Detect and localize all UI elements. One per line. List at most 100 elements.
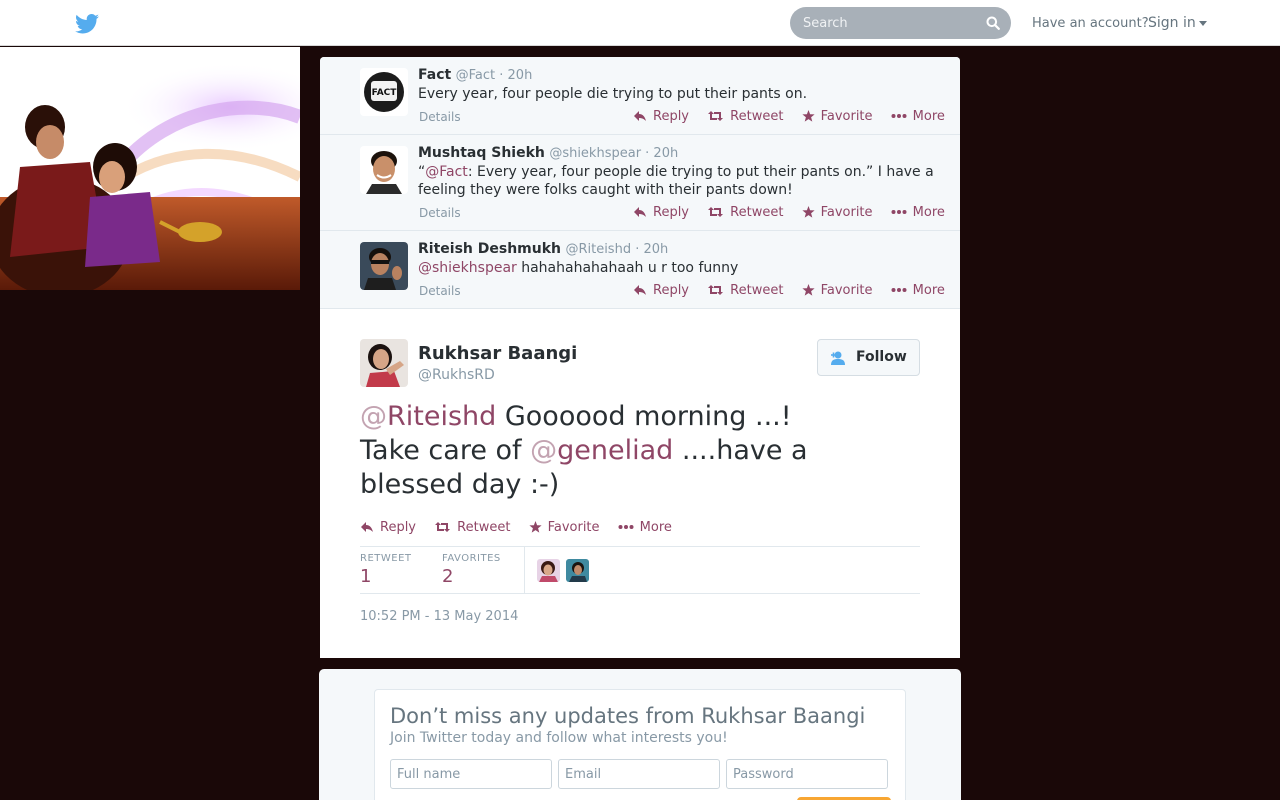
email-field[interactable]: [558, 759, 720, 789]
ancestor-tweet-fact[interactable]: FACT Fact @Fact · 20h Every year, four p…: [320, 57, 960, 135]
signup-callout: Don’t miss any updates from Rukhsar Baan…: [319, 669, 961, 800]
favoriter-avatar[interactable]: [537, 559, 560, 582]
favorite-button[interactable]: Favorite: [528, 520, 600, 535]
sign-in-dropdown[interactable]: Sign in: [1148, 15, 1207, 31]
tweet-permalink-container: FACT Fact @Fact · 20h Every year, four p…: [320, 57, 960, 658]
more-dots-icon: [891, 210, 907, 214]
retweet-button[interactable]: Retweet: [707, 205, 783, 220]
favoriter-avatar[interactable]: [566, 559, 589, 582]
retweet-stat[interactable]: RETWEET 1: [360, 553, 412, 587]
avatar[interactable]: [360, 242, 408, 290]
reply-label: Reply: [653, 283, 690, 298]
mention-riteishd[interactable]: @Riteishd: [360, 401, 496, 432]
tweet-actions: Reply Retweet Favorite More: [633, 205, 959, 220]
password-field[interactable]: [726, 759, 888, 789]
retweet-icon: [708, 285, 724, 295]
author-name[interactable]: Riteish Deshmukh: [418, 241, 561, 257]
reply-label: Reply: [380, 520, 417, 535]
more-button[interactable]: More: [891, 109, 945, 124]
reply-label: Reply: [653, 109, 690, 124]
signup-subtitle: Join Twitter today and follow what inter…: [390, 730, 728, 746]
details-link[interactable]: Details: [419, 206, 461, 220]
main-tweet-author-handle[interactable]: @RukhsRD: [418, 367, 495, 383]
retweet-icon: [708, 207, 724, 217]
retweet-label: Retweet: [457, 520, 511, 535]
search-input[interactable]: [790, 7, 980, 39]
reply-label: Reply: [653, 205, 690, 220]
reply-icon: [634, 285, 646, 295]
reply-button[interactable]: Reply: [360, 520, 416, 535]
favorites-stat[interactable]: FAVORITES 2: [442, 553, 501, 587]
ancestor-tweet-riteishd[interactable]: Riteish Deshmukh @Riteishd · 20h @shiekh…: [320, 231, 960, 309]
mention-name: geneliad: [557, 435, 674, 466]
author-name[interactable]: Fact: [418, 67, 451, 83]
reply-icon: [634, 207, 646, 217]
more-dots-icon: [891, 288, 907, 292]
follow-button[interactable]: Follow: [817, 339, 920, 376]
retweet-stat-label: RETWEET: [360, 553, 412, 564]
author-meta[interactable]: @shiekhspear · 20h: [549, 146, 678, 161]
avatar[interactable]: [360, 146, 408, 194]
retweet-count: 1: [360, 566, 372, 587]
reply-icon: [634, 111, 646, 121]
mention-geneliad[interactable]: @geneliad: [530, 435, 673, 466]
reply-button[interactable]: Reply: [633, 205, 689, 220]
retweet-button[interactable]: Retweet: [707, 283, 783, 298]
reply-button[interactable]: Reply: [633, 283, 689, 298]
more-button[interactable]: More: [891, 283, 945, 298]
favorite-label: Favorite: [547, 520, 600, 535]
mention-link[interactable]: @shiekhspear: [418, 260, 517, 276]
tweet-text: Every year, four people die trying to pu…: [418, 85, 943, 103]
favorite-button[interactable]: Favorite: [801, 109, 873, 124]
details-link[interactable]: Details: [419, 110, 461, 124]
have-account-text: Have an account?: [1032, 16, 1149, 31]
avatar[interactable]: FACT: [360, 68, 408, 116]
retweet-icon: [708, 111, 724, 121]
tweet-timestamp[interactable]: 10:52 PM - 13 May 2014: [360, 609, 518, 624]
fullname-field[interactable]: [390, 759, 552, 789]
tweet-text-body: hahahahahahaah u r too funny: [516, 260, 739, 276]
favorites-stat-label: FAVORITES: [442, 553, 501, 564]
add-user-icon: [831, 351, 845, 365]
sign-in-label: Sign in: [1148, 15, 1196, 31]
ancestor-tweet-shiekhspear[interactable]: Mushtaq Shiekh @shiekhspear · 20h “@Fact…: [320, 135, 960, 231]
tweet-text: @shiekhspear hahahahahahaah u r too funn…: [418, 259, 943, 277]
signup-title: Don’t miss any updates from Rukhsar Baan…: [390, 704, 866, 728]
author-name[interactable]: Mushtaq Shiekh: [418, 145, 545, 161]
follow-label: Follow: [856, 349, 907, 365]
mention-name: Riteishd: [387, 401, 497, 432]
details-link[interactable]: Details: [419, 284, 461, 298]
more-button[interactable]: More: [891, 205, 945, 220]
more-label: More: [912, 109, 945, 124]
author-meta[interactable]: @Fact · 20h: [456, 68, 533, 83]
reply-button[interactable]: Reply: [633, 109, 689, 124]
search-box: [790, 7, 1011, 39]
favorite-button[interactable]: Favorite: [801, 283, 873, 298]
more-label: More: [912, 283, 945, 298]
star-icon: [801, 110, 815, 122]
tweet-text-segment: ....have a: [673, 435, 808, 466]
search-icon[interactable]: [986, 16, 1000, 30]
twitter-bird-icon[interactable]: [75, 14, 99, 34]
star-icon: [528, 521, 542, 533]
tweet-text-body: : Every year, four people die trying to …: [418, 164, 934, 198]
more-label: More: [639, 520, 672, 535]
retweet-label: Retweet: [730, 205, 784, 220]
mention-link[interactable]: @Fact: [425, 164, 468, 180]
main-tweet-author-name[interactable]: Rukhsar Baangi: [418, 343, 577, 364]
star-icon: [801, 284, 815, 296]
top-navigation-bar: Have an account? Sign in: [0, 0, 1280, 46]
more-dots-icon: [891, 114, 907, 118]
retweet-label: Retweet: [730, 109, 784, 124]
tweet-text-segment: Goooood morning ...!: [496, 401, 792, 432]
retweet-button[interactable]: Retweet: [707, 109, 783, 124]
main-tweet-avatar[interactable]: [360, 339, 408, 387]
reply-icon: [361, 522, 373, 532]
retweet-button[interactable]: Retweet: [434, 520, 510, 535]
main-tweet-actions: Reply Retweet Favorite More: [360, 520, 686, 535]
stats-divider: [524, 547, 525, 594]
more-button[interactable]: More: [618, 520, 672, 535]
author-meta[interactable]: @Riteishd · 20h: [565, 242, 668, 257]
favorite-button[interactable]: Favorite: [801, 205, 873, 220]
svg-text:FACT: FACT: [372, 88, 398, 98]
